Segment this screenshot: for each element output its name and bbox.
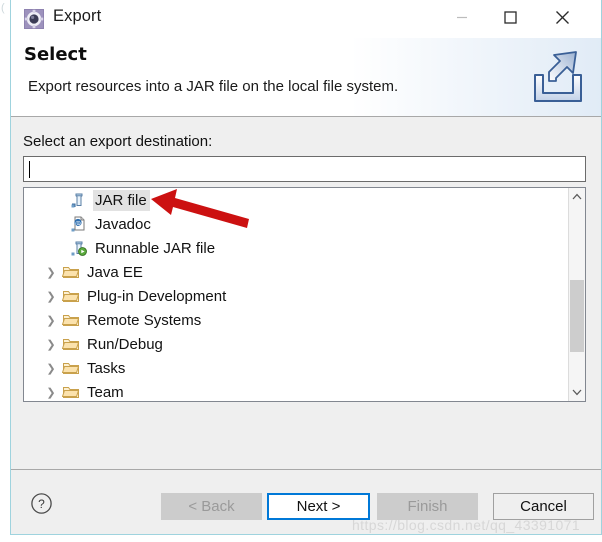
help-icon: ? <box>31 493 52 514</box>
tree-item-team[interactable]: ❯ Team <box>24 380 564 401</box>
wizard-header: Select Export resources into a JAR file … <box>11 38 601 117</box>
maximize-icon <box>503 10 517 24</box>
tree-item-javadoc[interactable]: @ Javadoc <box>24 212 564 236</box>
javadoc-icon: @ <box>70 215 88 233</box>
tree-item-label: Javadoc <box>95 215 151 233</box>
back-button[interactable]: < Back <box>161 493 262 520</box>
tree-item-label: Remote Systems <box>87 311 202 329</box>
chevron-up-icon <box>572 193 582 200</box>
page-description: Export resources into a JAR file on the … <box>28 78 399 95</box>
next-button-label: Next > <box>296 498 341 515</box>
chevron-right-icon[interactable]: ❯ <box>44 380 58 401</box>
back-button-label: < Back <box>188 498 235 515</box>
window-title: Export <box>53 7 102 25</box>
minimize-button[interactable] <box>439 0 485 34</box>
cancel-button[interactable]: Cancel <box>493 493 594 520</box>
tree-item-label: Java EE <box>87 263 143 281</box>
tree-item-label: Team <box>87 383 124 401</box>
folder-icon <box>62 335 80 353</box>
jar-file-icon <box>70 191 88 209</box>
tree-item-label: Run/Debug <box>87 335 163 353</box>
maximize-button[interactable] <box>487 0 533 34</box>
tree-item-plug-in-development[interactable]: ❯ Plug-in Development <box>24 284 564 308</box>
finish-button-label: Finish <box>407 498 448 515</box>
export-dialog-window: Export Select Export resources into a JA… <box>10 0 602 535</box>
wizard-body: Select an export destination: JAR file @… <box>11 117 601 470</box>
tree-vertical-scrollbar[interactable] <box>568 188 585 401</box>
export-banner-icon <box>527 48 589 108</box>
destination-label: Select an export destination: <box>23 133 213 150</box>
tree-item-tasks[interactable]: ❯ Tasks <box>24 356 564 380</box>
page-title: Select <box>24 44 87 65</box>
close-icon <box>555 10 569 24</box>
scroll-down-button[interactable] <box>569 384 585 401</box>
tree-item-label: Runnable JAR file <box>95 239 216 257</box>
tree-item-java-ee[interactable]: ❯ Java EE <box>24 260 564 284</box>
tree-item-remote-systems[interactable]: ❯ Remote Systems <box>24 308 564 332</box>
tree-item-label: Tasks <box>87 359 126 377</box>
chevron-right-icon[interactable]: ❯ <box>44 284 58 308</box>
title-bar: Export <box>11 0 601 38</box>
folder-icon <box>62 263 80 281</box>
export-destination-tree[interactable]: JAR file @ Javadoc Runnable JAR file ❯ J… <box>23 187 586 402</box>
svg-text:?: ? <box>38 497 45 511</box>
svg-text:@: @ <box>75 220 81 227</box>
folder-icon <box>62 383 80 401</box>
chevron-right-icon[interactable]: ❯ <box>44 356 58 380</box>
chevron-right-icon[interactable]: ❯ <box>44 308 58 332</box>
folder-icon <box>62 311 80 329</box>
help-button[interactable]: ? <box>30 492 53 515</box>
minimize-icon <box>457 16 467 19</box>
runnable-jar-file-icon <box>70 239 88 257</box>
scrollbar-thumb[interactable] <box>570 280 584 352</box>
tree-item-label: JAR file <box>93 189 150 211</box>
text-cursor <box>29 161 30 178</box>
destination-input[interactable] <box>23 156 586 182</box>
folder-icon <box>62 287 80 305</box>
tree-item-container: JAR file @ Javadoc Runnable JAR file ❯ J… <box>24 188 564 401</box>
chevron-right-icon[interactable]: ❯ <box>44 332 58 356</box>
tree-item-runnable-jar-file[interactable]: Runnable JAR file <box>24 236 564 260</box>
chevron-down-icon <box>572 389 582 396</box>
close-button[interactable] <box>539 0 585 34</box>
tree-item-label: Plug-in Development <box>87 287 227 305</box>
folder-icon <box>62 359 80 377</box>
export-wizard-icon <box>23 8 45 30</box>
window-edge-artifact: ( <box>1 2 5 14</box>
finish-button[interactable]: Finish <box>377 493 478 520</box>
tree-item-run-debug[interactable]: ❯ Run/Debug <box>24 332 564 356</box>
chevron-right-icon[interactable]: ❯ <box>44 260 58 284</box>
cancel-button-label: Cancel <box>520 498 567 515</box>
scroll-up-button[interactable] <box>569 188 585 205</box>
tree-item-jar-file[interactable]: JAR file <box>24 188 564 212</box>
next-button[interactable]: Next > <box>267 493 370 520</box>
wizard-footer: ? < Back Next > Finish Cancel <box>11 470 601 534</box>
